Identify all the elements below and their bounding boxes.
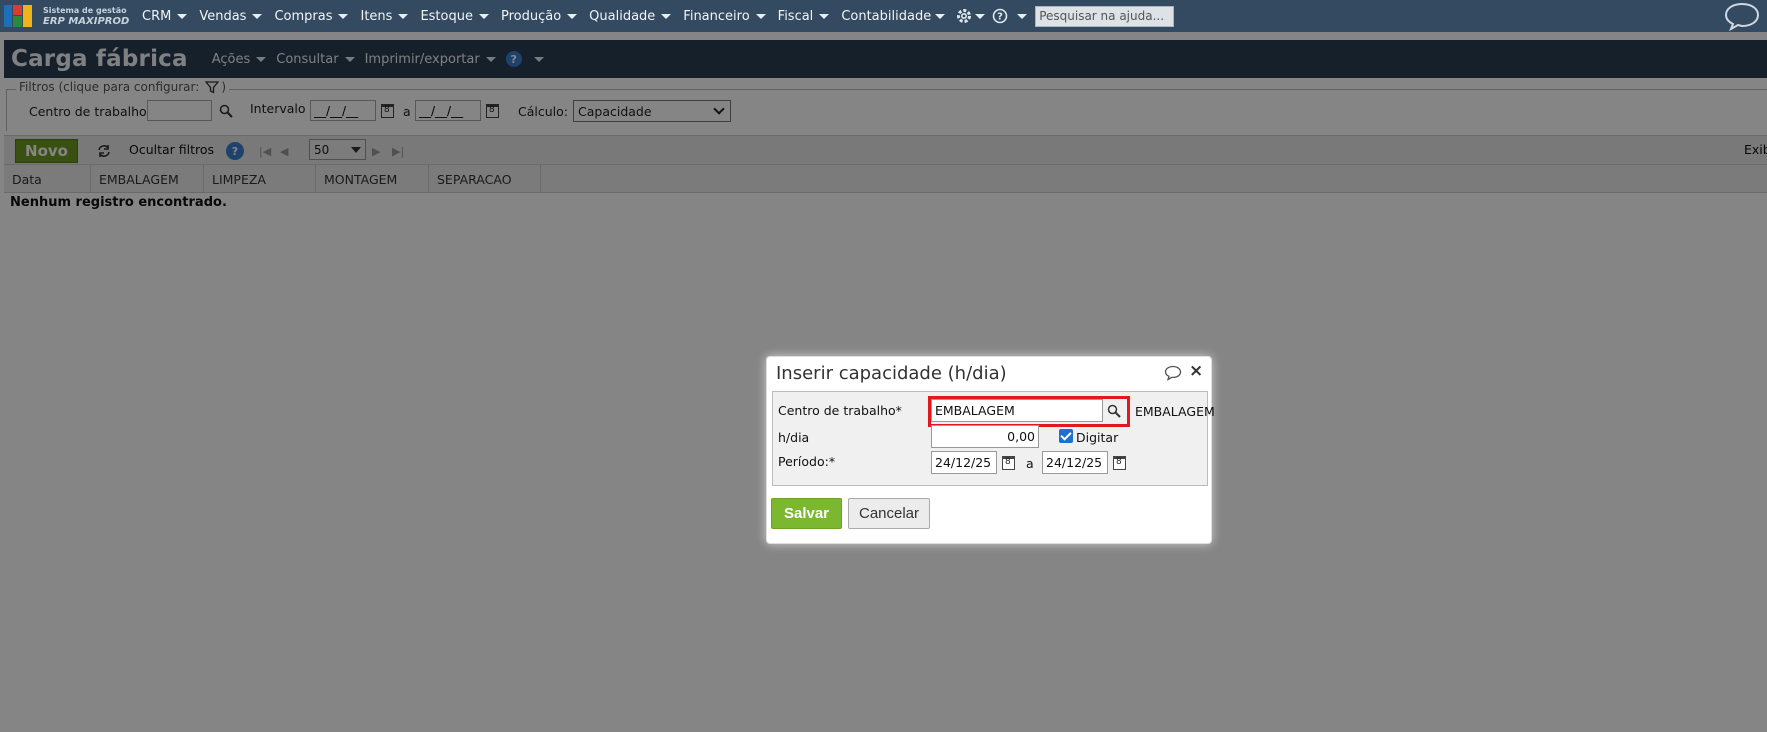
dialog-form: Centro de trabalho* EMBALAGEM h/dia Digi… (772, 391, 1215, 486)
chevron-down-icon[interactable] (975, 13, 986, 19)
help-icon[interactable]: ? (989, 0, 1011, 32)
menu-contabilidade[interactable]: Contabilidade (837, 0, 953, 32)
close-icon[interactable]: × (1189, 361, 1203, 381)
chevron-down-icon[interactable] (1017, 13, 1028, 19)
chat-icon[interactable] (1721, 0, 1763, 32)
chevron-down-icon (819, 13, 830, 19)
menu-fiscal[interactable]: Fiscal (774, 0, 838, 32)
menu-vendas[interactable]: Vendas (195, 0, 270, 32)
type-checkbox-label: Digitar (1076, 430, 1119, 445)
period-to-field[interactable] (1042, 451, 1108, 474)
chevron-down-icon (478, 13, 489, 19)
cancel-button[interactable]: Cancelar (848, 498, 930, 529)
menu-itens[interactable]: Itens (356, 0, 416, 32)
work-center-label: Centro de trabalho* (778, 403, 902, 418)
logo-title: ERP MAXIPROD (43, 16, 130, 27)
chevron-down-icon (338, 13, 349, 19)
chevron-down-icon (177, 13, 188, 19)
insert-capacity-dialog: Inserir capacidade (h/dia) × Centro de t… (766, 356, 1215, 544)
chevron-down-icon (755, 13, 766, 19)
period-from-field[interactable] (931, 451, 997, 474)
logo-subtitle: Sistema de gestão (43, 6, 127, 15)
dialog-title: Inserir capacidade (h/dia) (776, 363, 1007, 384)
menu-financeiro[interactable]: Financeiro (679, 0, 773, 32)
calendar-icon[interactable] (1113, 456, 1126, 470)
top-nav-bar: Sistema de gestão ERP MAXIPROD CRM Venda… (0, 0, 1767, 32)
chat-icon[interactable] (1164, 365, 1182, 381)
help-search-input[interactable] (1035, 5, 1175, 27)
chevron-down-icon (252, 13, 263, 19)
main-menu: CRM Vendas Compras Itens Estoque Produçã… (138, 0, 1175, 32)
menu-crm[interactable]: CRM (138, 0, 195, 32)
gear-icon[interactable] (953, 0, 975, 32)
chevron-down-icon (567, 13, 578, 19)
menu-compras[interactable]: Compras (270, 0, 356, 32)
checkbox-checked-icon[interactable] (1059, 429, 1073, 443)
chevron-down-icon (661, 13, 672, 19)
hours-per-day-field[interactable] (931, 425, 1039, 448)
menu-estoque[interactable]: Estoque (416, 0, 497, 32)
work-center-description: EMBALAGEM (1135, 404, 1215, 419)
svg-text:?: ? (997, 12, 1003, 23)
hours-per-day-label: h/dia (778, 430, 810, 445)
app-logo[interactable]: Sistema de gestão ERP MAXIPROD (0, 0, 138, 32)
period-separator: a (1026, 456, 1034, 471)
menu-qualidade[interactable]: Qualidade (585, 0, 679, 32)
chevron-down-icon (398, 13, 409, 19)
menu-producao[interactable]: Produção (497, 0, 585, 32)
period-label: Período:* (778, 454, 836, 469)
chevron-down-icon (935, 13, 946, 19)
save-button[interactable]: Salvar (771, 498, 842, 529)
calendar-icon[interactable] (1002, 456, 1015, 470)
logo-icon (4, 3, 40, 29)
work-center-highlight (928, 396, 1130, 427)
